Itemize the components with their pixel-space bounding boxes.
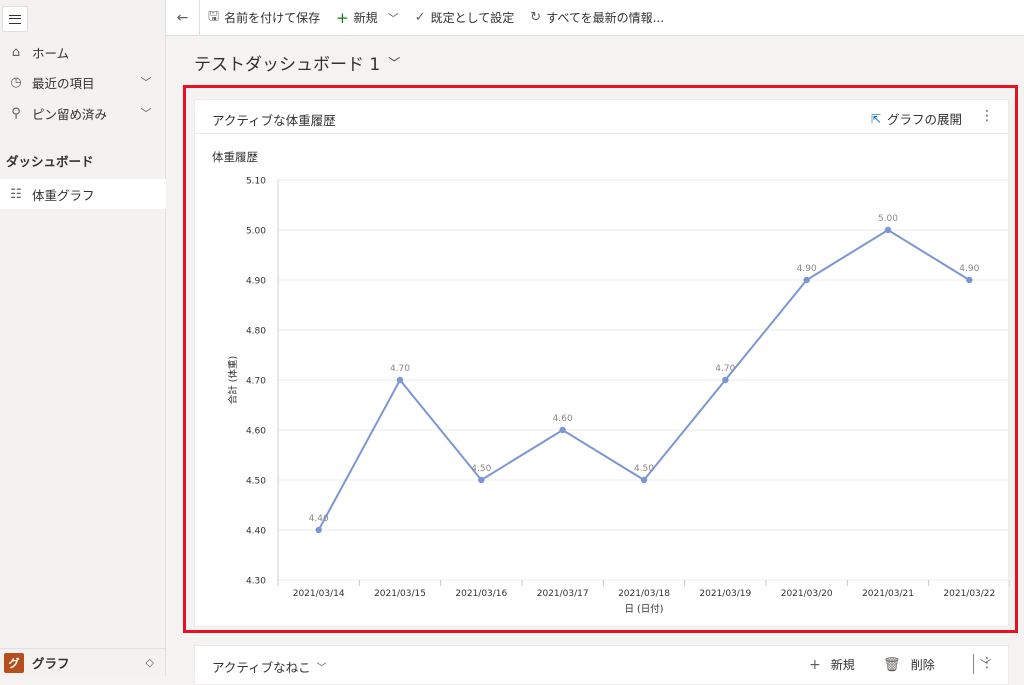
save-as-icon: 🖫 <box>208 8 220 24</box>
refresh-icon: ↻ <box>530 10 542 25</box>
x-axis-label: 日 (日付) <box>625 604 664 615</box>
data-point <box>396 376 404 384</box>
sidebar: ⌂ ホーム ◷ 最近の項目 ﹀ ⚲ ピン留め済み ﹀ ダッシュボード ☷ 体重グ… <box>0 0 166 676</box>
sidebar-item-pinned[interactable]: ⚲ ピン留め済み ﹀ <box>0 98 166 128</box>
data-point <box>478 476 485 484</box>
home-icon: ⌂ <box>11 44 21 60</box>
data-point <box>722 376 729 384</box>
up-down-chevron-icon[interactable]: ◇ <box>146 656 154 669</box>
trash-icon: 🗑 <box>883 656 901 673</box>
chart-card: アクティブな体重履歴 ⇱ グラフの展開 ⋮ 体重履歴 4.30 4.40 4.50 4.… <box>194 99 1010 627</box>
back-button[interactable]: ← <box>166 0 200 36</box>
cats-view-card: アクティブなねこ ﹀ + 新規 🗑 削除 ﹀ ⋮ <box>194 645 1009 685</box>
line-chart: 体重履歴 4.30 4.40 4.50 4.60 4.70 4.80 4.90 5.00 5.10… <box>212 150 1010 615</box>
y-tick-label: 5.10 <box>246 177 266 187</box>
hamburger-menu-button[interactable] <box>2 6 28 32</box>
refresh-all-button[interactable]: ↻ すべてを最新の情報... <box>522 0 672 36</box>
x-tick-label: 2021/03/14 <box>293 589 345 599</box>
sidebar-item-label: 体重グラフ <box>32 187 95 203</box>
y-tick-label: 4.30 <box>246 577 266 587</box>
x-tick-label: 2021/03/17 <box>537 589 589 599</box>
app-badge: グ <box>4 652 24 673</box>
back-arrow-icon: ← <box>176 9 189 26</box>
delete-label: 削除 <box>910 658 935 672</box>
save-as-button[interactable]: 🖫 名前を付けて保存 <box>200 0 328 36</box>
data-point <box>640 476 648 484</box>
data-label: 4.50 <box>471 464 491 474</box>
x-tick-label: 2021/03/18 <box>618 589 670 599</box>
data-point <box>884 226 892 234</box>
menu-icon <box>9 14 21 24</box>
y-tick-label: 4.60 <box>246 427 266 437</box>
data-label: 4.40 <box>309 514 329 524</box>
divider <box>973 654 974 674</box>
y-tick-label: 5.00 <box>246 227 266 237</box>
data-point <box>559 426 566 434</box>
sidebar-item-label: 最近の項目 <box>32 75 95 91</box>
chevron-down-icon[interactable]: ﹀ <box>388 10 399 26</box>
y-tick-label: 4.50 <box>246 477 266 487</box>
page-title: テストダッシュボード 1 <box>194 55 381 75</box>
data-label: 4.70 <box>390 364 410 374</box>
x-tick-label: 2021/03/21 <box>862 589 914 599</box>
new-record-button[interactable]: + 新規 <box>809 656 855 673</box>
chart-title: 体重履歴 <box>212 150 258 164</box>
new-record-label: 新規 <box>830 658 855 672</box>
checkmark-icon: ✓ <box>414 10 426 25</box>
y-axis-label: 合計 (体重) <box>227 356 239 404</box>
sidebar-item-home[interactable]: ⌂ ホーム <box>0 37 166 67</box>
data-label: 4.70 <box>715 364 735 374</box>
sidebar-item-weight-graph[interactable]: ☷ 体重グラフ <box>0 179 166 209</box>
clock-icon: ◷ <box>10 74 22 90</box>
data-label: 5.00 <box>878 214 898 224</box>
card2-title: アクティブなねこ <box>212 660 311 675</box>
x-tick-label: 2021/03/19 <box>699 589 751 599</box>
data-label: 4.60 <box>553 414 573 424</box>
app-name: グラフ <box>32 656 70 671</box>
sidebar-item-recent[interactable]: ◷ 最近の項目 ﹀ <box>0 67 166 97</box>
data-label: 4.90 <box>959 264 979 274</box>
x-tick-label: 2021/03/20 <box>781 589 833 599</box>
set-default-button[interactable]: ✓ 既定として設定 <box>407 0 523 36</box>
area-switcher[interactable]: グ グラフ ◇ <box>0 648 166 676</box>
chevron-down-icon[interactable]: ﹀ <box>134 105 158 121</box>
dashboard-icon: ☷ <box>10 186 22 202</box>
chevron-down-icon: ﹀ <box>388 56 401 70</box>
data-label: 4.90 <box>797 264 817 274</box>
new-button[interactable]: + 新規 ﹀ <box>328 0 407 36</box>
save-as-label: 名前を付けて保存 <box>224 11 321 25</box>
more-options-icon[interactable]: ⋮ <box>980 655 994 671</box>
sidebar-item-label: ホーム <box>32 45 70 61</box>
plus-icon: + <box>336 8 349 27</box>
y-tick-label: 4.80 <box>246 327 266 337</box>
new-label: 新規 <box>353 11 378 25</box>
sidebar-section-dashboards: ダッシュボード <box>6 154 94 169</box>
data-point <box>966 276 973 284</box>
set-default-label: 既定として設定 <box>430 11 515 25</box>
data-point <box>803 276 810 284</box>
data-point <box>315 526 322 534</box>
x-tick-label: 2021/03/22 <box>943 589 995 599</box>
refresh-all-label: すべてを最新の情報... <box>546 11 665 25</box>
data-label: 4.50 <box>634 464 654 474</box>
y-tick-label: 4.40 <box>246 527 266 537</box>
x-tick-label: 2021/03/16 <box>455 589 507 599</box>
view-selector[interactable]: アクティブなねこ ﹀ <box>212 657 327 676</box>
y-tick-label: 4.70 <box>246 377 266 387</box>
pin-icon: ⚲ <box>11 105 21 121</box>
delete-button[interactable]: 🗑 削除 <box>883 656 935 673</box>
y-tick-label: 4.90 <box>246 277 266 287</box>
dashboard-selector[interactable]: テストダッシュボード 1 ﹀ <box>194 50 400 75</box>
sidebar-item-label: ピン留め済み <box>32 106 108 122</box>
plus-icon: + <box>809 656 821 673</box>
command-bar: ← 🖫 名前を付けて保存 + 新規 ﹀ ✓ 既定として設定 ↻ すべてを最新の情… <box>166 0 1024 36</box>
x-tick-label: 2021/03/15 <box>374 589 426 599</box>
chevron-down-icon[interactable]: ﹀ <box>134 74 158 90</box>
chevron-down-icon: ﹀ <box>316 663 327 674</box>
